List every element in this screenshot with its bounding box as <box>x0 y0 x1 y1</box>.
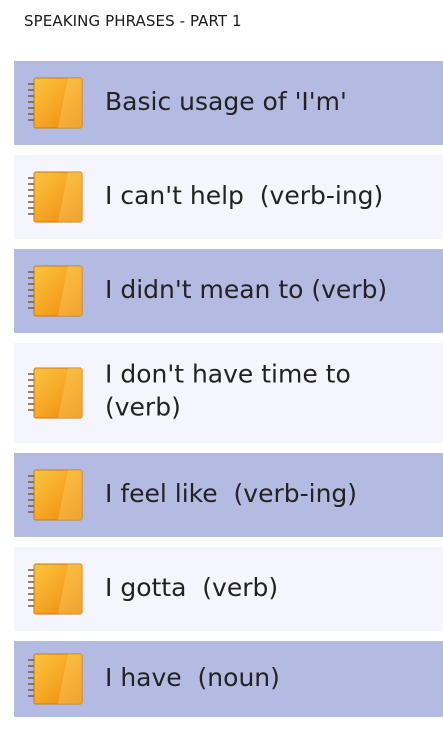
list-item[interactable]: Basic usage of 'I'm' <box>14 61 443 145</box>
phrase-label: I don't have time to (verb) <box>105 359 351 422</box>
notebook-icon <box>24 76 86 130</box>
phrase-label: I have (noun) <box>105 663 280 693</box>
page-title: SPEAKING PHRASES - PART 1 <box>24 12 242 30</box>
notebook-icon <box>24 366 86 420</box>
phrase-label: I can't help (verb-ing) <box>105 181 384 211</box>
phrase-label: I feel like (verb-ing) <box>105 479 358 509</box>
list-item[interactable]: I didn't mean to (verb) <box>14 249 443 333</box>
notebook-icon <box>24 652 86 706</box>
list-item[interactable]: I feel like (verb-ing) <box>14 453 443 537</box>
list-item[interactable]: I don't have time to (verb) <box>14 343 443 443</box>
notebook-icon <box>24 468 86 522</box>
phrase-label: I gotta (verb) <box>105 573 279 603</box>
notebook-icon <box>24 562 86 616</box>
notebook-icon <box>24 170 86 224</box>
phrase-list: Basic usage of 'I'm' I can't help (verb-… <box>14 61 443 717</box>
phrase-label: I didn't mean to (verb) <box>105 275 388 305</box>
list-item[interactable]: I can't help (verb-ing) <box>14 155 443 239</box>
phrase-label: Basic usage of 'I'm' <box>105 87 347 117</box>
list-item[interactable]: I have (noun) <box>14 641 443 717</box>
notebook-icon <box>24 264 86 318</box>
list-item[interactable]: I gotta (verb) <box>14 547 443 631</box>
